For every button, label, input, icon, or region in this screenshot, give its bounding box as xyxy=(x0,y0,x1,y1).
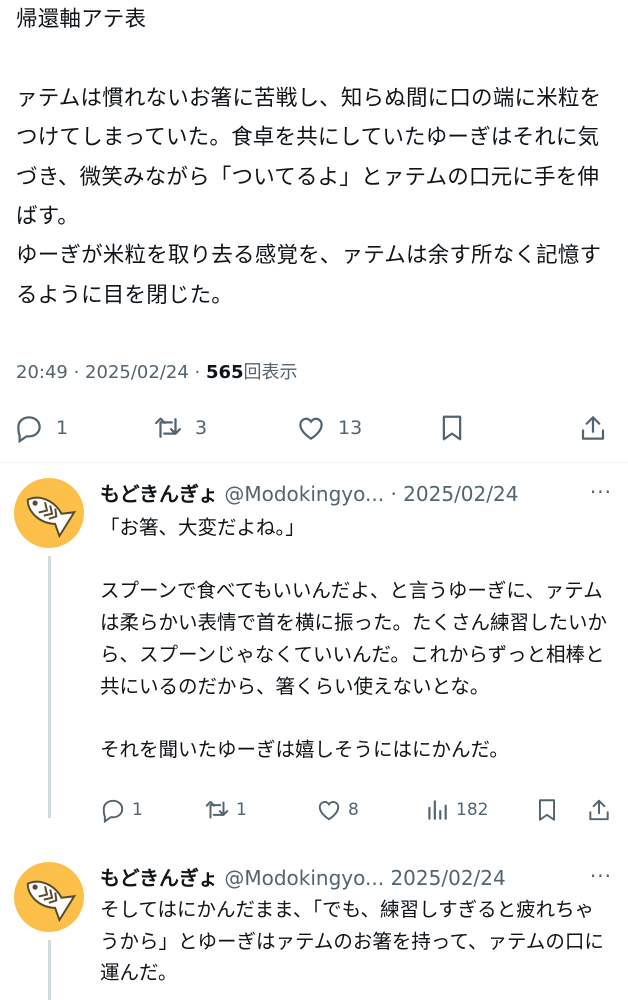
reply-header: もどきんぎょ @Modokingyo... 2025/02/24 xyxy=(100,862,506,891)
post-date[interactable]: · 2025/02/24 xyxy=(384,482,518,506)
thread-line xyxy=(48,556,51,818)
tweet-text: 帰還軸アテ表 ァテムは慣れないお箸に苦戦し、知らぬ間に口の端に米粒をつけてしまっ… xyxy=(16,7,602,308)
bookmark-button[interactable] xyxy=(437,408,467,448)
reply-action-bar: 1 1 8 182 xyxy=(96,794,616,826)
reply-count: 1 xyxy=(56,417,69,439)
tweet-action-bar: 1 3 13 xyxy=(0,408,628,448)
like-icon xyxy=(299,417,323,440)
views-icon xyxy=(428,800,447,820)
fish-avatar-icon xyxy=(26,880,77,923)
bookmark-icon xyxy=(538,799,556,821)
like-count: 8 xyxy=(348,800,359,820)
more-icon[interactable]: ··· xyxy=(590,864,612,888)
tweet-meta: 20:49 · 2025/02/24 · 565回表示 xyxy=(16,358,298,384)
author-name[interactable]: もどきんぎょ xyxy=(100,482,218,506)
author-handle[interactable]: @Modokingyo... xyxy=(224,866,384,890)
views-count: 565 xyxy=(205,362,244,383)
bookmark-icon xyxy=(442,415,462,441)
author-handle[interactable]: @Modokingyo... xyxy=(224,482,384,506)
like-button[interactable]: 8 xyxy=(316,794,359,826)
post-date[interactable]: 2025/02/24 xyxy=(384,866,505,890)
avatar[interactable] xyxy=(14,478,84,548)
thread-line xyxy=(48,940,51,1000)
repost-icon xyxy=(205,800,229,819)
share-icon xyxy=(589,799,609,821)
like-count: 13 xyxy=(338,417,363,439)
share-icon xyxy=(581,416,605,440)
repost-button[interactable]: 3 xyxy=(153,408,207,448)
views-button[interactable]: 182 xyxy=(424,794,488,826)
tweet-timestamp[interactable]: 20:49 · 2025/02/24 · xyxy=(16,362,206,383)
repost-button[interactable]: 1 xyxy=(204,794,247,826)
view-count: 182 xyxy=(456,800,489,820)
author-name[interactable]: もどきんぎょ xyxy=(100,866,218,890)
more-icon[interactable]: ··· xyxy=(590,480,612,504)
reply-icon xyxy=(17,416,41,443)
share-button[interactable] xyxy=(578,408,608,448)
share-button[interactable] xyxy=(586,794,612,826)
reply-count: 1 xyxy=(132,800,143,820)
views-label: 回表示 xyxy=(243,362,298,383)
like-button[interactable]: 13 xyxy=(296,408,362,448)
main-tweet: 帰還軸アテ表 ァテムは慣れないお箸に苦戦し、知らぬ間に口の端に米粒をつけてしまっ… xyxy=(16,0,616,315)
reply-text: 「お箸、大変だよね。」 スプーンで食べてもいいんだよ、と言うゆーぎに、ァテムは柔… xyxy=(100,516,608,761)
bookmark-button[interactable] xyxy=(534,794,560,826)
reply-button[interactable]: 1 xyxy=(100,794,143,826)
repost-count: 1 xyxy=(236,800,247,820)
reply-header: もどきんぎょ @Modokingyo... · 2025/02/24 xyxy=(100,478,518,507)
repost-count: 3 xyxy=(195,417,208,439)
fish-avatar-icon xyxy=(26,496,77,539)
reply-icon xyxy=(102,799,124,823)
like-icon xyxy=(318,801,340,821)
reply-button[interactable]: 1 xyxy=(14,408,68,448)
divider xyxy=(0,462,628,463)
repost-icon xyxy=(155,417,181,438)
avatar[interactable] xyxy=(14,862,84,932)
reply-text: そしてはにかんだまま、「でも、練習しすぎると疲れちゃうから」とゆーぎはァテムのお… xyxy=(100,898,604,985)
